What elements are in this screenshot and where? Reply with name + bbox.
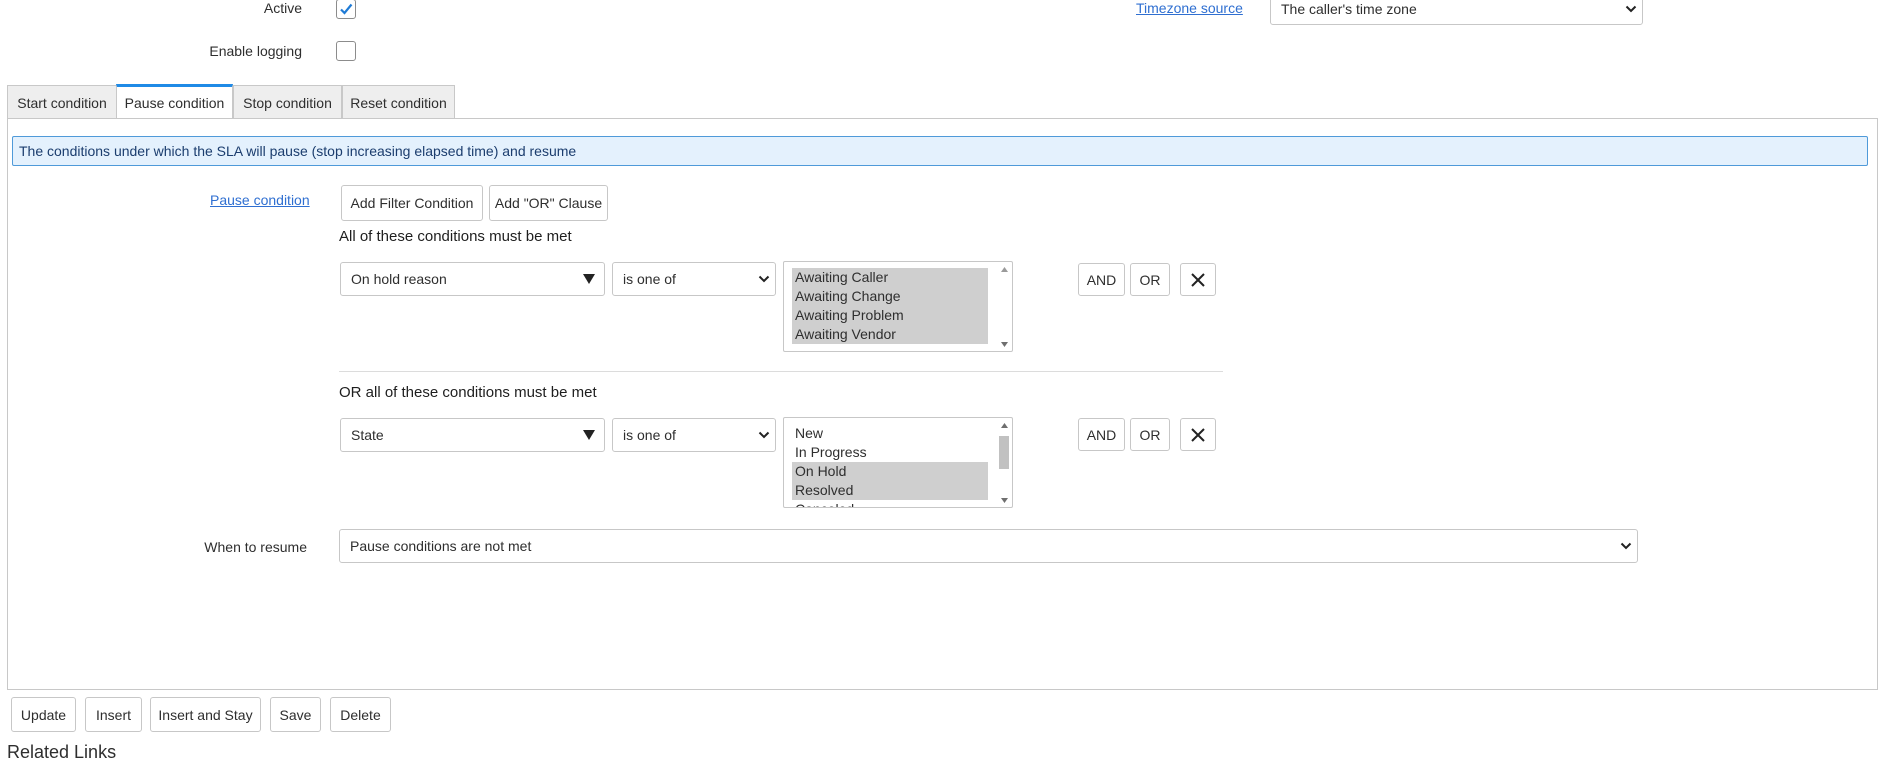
pause-condition-link[interactable]: Pause condition (210, 192, 310, 208)
scroll-down-icon[interactable] (997, 338, 1011, 350)
or-button[interactable]: OR (1130, 263, 1170, 296)
condition-operator-select[interactable]: is one of (612, 262, 776, 296)
condition-group-title: All of these conditions must be met (339, 228, 572, 245)
timezone-source-value: The caller's time zone (1281, 0, 1417, 17)
update-button[interactable]: Update (11, 697, 76, 732)
list-option[interactable]: Awaiting Caller (792, 268, 988, 287)
list-option[interactable]: Resolved (792, 481, 988, 500)
or-button[interactable]: OR (1130, 418, 1170, 451)
enable-logging-checkbox[interactable] (336, 41, 356, 61)
close-icon (1191, 427, 1205, 442)
delete-button[interactable]: Delete (330, 697, 391, 732)
condition-operator-value: is one of (623, 271, 676, 287)
list-option[interactable]: New (792, 424, 988, 443)
condition-operator-value: is one of (623, 427, 676, 443)
close-icon (1191, 272, 1205, 287)
listbox-scrollbar[interactable] (997, 263, 1011, 350)
condition-field-select[interactable]: State (340, 418, 605, 452)
enable-logging-label: Enable logging (209, 43, 302, 59)
timezone-source-select[interactable]: The caller's time zone (1270, 0, 1643, 25)
condition-field-select[interactable]: On hold reason (340, 262, 605, 296)
list-option[interactable]: Canceled (792, 500, 988, 507)
triangle-down-icon (574, 274, 604, 284)
condition-field-value: State (351, 427, 384, 443)
condition-field-value: On hold reason (351, 271, 447, 287)
scroll-thumb[interactable] (999, 436, 1009, 469)
remove-condition-button[interactable] (1180, 263, 1216, 296)
listbox-scrollbar[interactable] (997, 419, 1011, 506)
or-condition-group-title: OR all of these conditions must be met (339, 384, 597, 401)
add-or-clause-button[interactable]: Add "OR" Clause (489, 185, 608, 221)
condition-operator-select[interactable]: is one of (612, 418, 776, 452)
and-button[interactable]: AND (1078, 418, 1125, 451)
timezone-source-link[interactable]: Timezone source (1136, 0, 1243, 16)
related-links-heading: Related Links (7, 742, 117, 762)
chevron-down-icon (1620, 5, 1642, 13)
chevron-down-icon (753, 431, 775, 439)
tab-start-condition[interactable]: Start condition (7, 85, 117, 119)
list-option[interactable]: Awaiting Vendor (792, 325, 988, 344)
list-option[interactable]: Awaiting Change (792, 287, 988, 306)
triangle-down-icon (574, 430, 604, 440)
scroll-up-icon[interactable] (997, 263, 1011, 275)
active-checkbox[interactable] (336, 0, 356, 19)
remove-condition-button[interactable] (1180, 418, 1216, 451)
active-label: Active (263, 0, 302, 16)
insert-and-stay-button[interactable]: Insert and Stay (150, 697, 261, 732)
when-to-resume-value: Pause conditions are not met (350, 538, 532, 554)
add-filter-condition-button[interactable]: Add Filter Condition (341, 185, 483, 221)
chevron-down-icon (1615, 542, 1637, 550)
scroll-up-icon[interactable] (997, 419, 1011, 431)
tab-reset-condition[interactable]: Reset condition (342, 85, 455, 119)
save-button[interactable]: Save (270, 697, 321, 732)
chevron-down-icon (753, 275, 775, 283)
when-to-resume-label: When to resume (204, 539, 307, 555)
tab-stop-condition[interactable]: Stop condition (233, 85, 342, 119)
condition-value-listbox[interactable]: Awaiting Caller Awaiting Change Awaiting… (783, 261, 1013, 352)
list-option[interactable]: On Hold (792, 462, 988, 481)
tab-pause-condition[interactable]: Pause condition (116, 84, 233, 119)
scroll-down-icon[interactable] (997, 494, 1011, 506)
list-option[interactable]: In Progress (792, 443, 988, 462)
group-divider (339, 371, 1223, 372)
info-message: The conditions under which the SLA will … (12, 136, 1868, 166)
condition-value-listbox[interactable]: New In Progress On Hold Resolved Cancele… (783, 417, 1013, 508)
insert-button[interactable]: Insert (85, 697, 142, 732)
and-button[interactable]: AND (1078, 263, 1125, 296)
when-to-resume-select[interactable]: Pause conditions are not met (339, 529, 1638, 563)
list-option[interactable]: Awaiting Problem (792, 306, 988, 325)
checkmark-icon (340, 3, 353, 15)
